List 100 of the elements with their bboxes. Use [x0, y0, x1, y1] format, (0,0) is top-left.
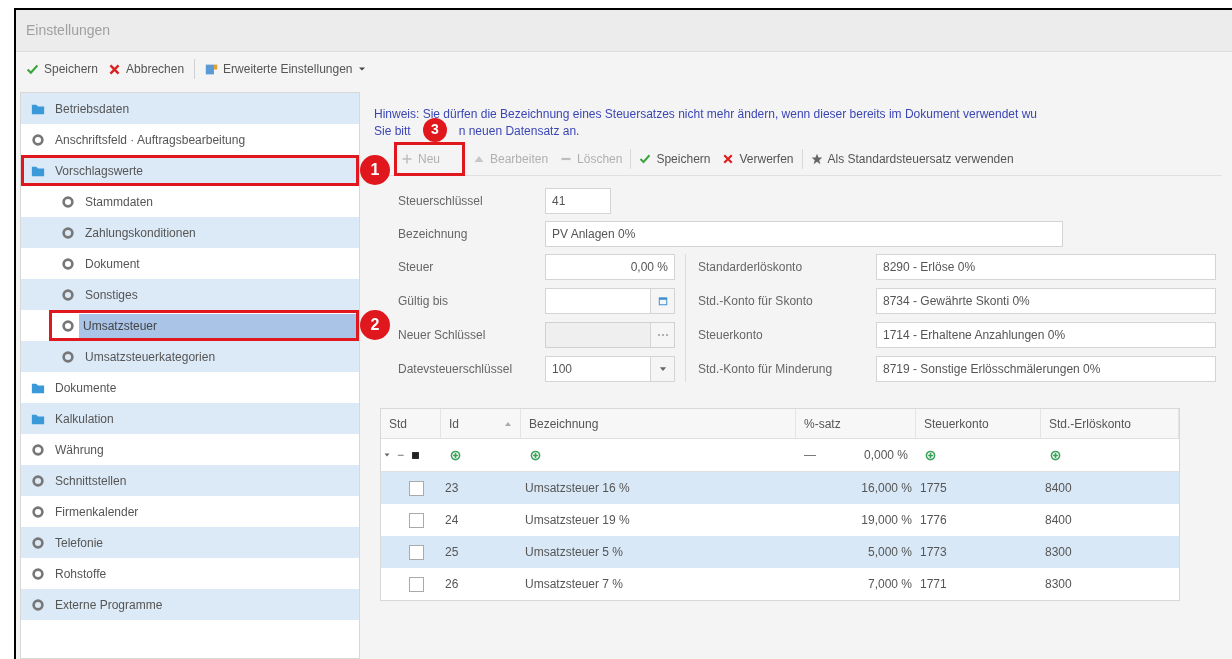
settings-icon — [205, 62, 219, 76]
callout-number: 2 — [360, 310, 390, 340]
hint-text: Sie bitt — [374, 123, 411, 140]
field-label: Steuerkonto — [698, 327, 764, 344]
close-icon — [722, 152, 735, 165]
toolbar-button[interactable]: Speichern — [24, 60, 101, 78]
checkbox[interactable] — [409, 576, 424, 592]
hint-text: n neuen Datensatz an. — [458, 123, 580, 140]
column-header[interactable]: Std — [381, 409, 441, 438]
field-button[interactable] — [650, 357, 674, 381]
table-cell-text: 24 — [444, 512, 460, 529]
expand-icon — [383, 451, 391, 459]
sidebar-item[interactable]: Kalkulation — [21, 403, 359, 434]
table-cell-text: 8400 — [1044, 480, 1073, 497]
field-button[interactable] — [650, 289, 674, 313]
input-field[interactable]: 8734 - Gewährte Skonti 0% — [876, 288, 1216, 314]
gear-icon — [31, 473, 45, 488]
table-cell-text: Umsatzsteuer 5 % — [524, 544, 625, 561]
gear-icon — [31, 504, 45, 519]
table-cell-text: 1776 — [919, 512, 948, 529]
checkbox[interactable] — [409, 544, 424, 560]
input-field[interactable]: 1714 - Erhaltene Anzahlungen 0% — [876, 322, 1216, 348]
sidebar-item[interactable]: Firmenkalender — [21, 496, 359, 527]
sidebar-item[interactable]: Betriebsdaten — [21, 93, 359, 124]
action-button[interactable]: Verwerfen — [718, 144, 798, 173]
column-header[interactable]: Id — [441, 409, 521, 438]
ellipsis-icon — [656, 333, 669, 337]
calendar-icon — [657, 296, 668, 306]
sidebar-item[interactable]: Währung — [21, 434, 359, 465]
table-cell-text: 8300 — [1044, 544, 1073, 561]
plus-circle-icon — [924, 448, 937, 462]
table-cell-text: Umsatzsteuer 16 % — [524, 480, 631, 497]
input-field[interactable]: 41 — [545, 188, 611, 214]
gear-icon — [61, 349, 75, 364]
column-header[interactable]: Std.-Erlöskonto — [1041, 409, 1179, 438]
table-cell-text: 7,000 % — [866, 576, 913, 593]
check-icon — [26, 62, 39, 76]
table-cell-text: 16,000 % — [860, 480, 913, 497]
highlight-frame — [394, 141, 465, 176]
field-label: Neuer Schlüssel — [398, 327, 487, 344]
sidebar-item[interactable]: Rohstoffe — [21, 558, 359, 589]
table-cell-text: 8300 — [1044, 576, 1073, 593]
field-label: Datevsteuerschlüssel — [398, 361, 514, 378]
column-header[interactable]: Bezeichnung — [521, 409, 796, 438]
column-header[interactable]: %-satz — [796, 409, 916, 438]
filter-operator[interactable]: — — [804, 446, 816, 464]
table-cell-text: Umsatzsteuer 19 % — [524, 512, 631, 529]
filter-operator[interactable]: − — [397, 446, 404, 464]
checkbox[interactable] — [409, 480, 424, 496]
sidebar-item[interactable]: Vorschlagswerte — [21, 155, 359, 186]
input-field[interactable]: PV Anlagen 0% — [545, 221, 1063, 247]
gear-icon — [61, 225, 75, 240]
column-header[interactable]: Steuerkonto — [916, 409, 1041, 438]
gear-icon — [31, 442, 45, 457]
sidebar-item[interactable]: Stammdaten — [49, 186, 359, 217]
gear-icon — [31, 566, 45, 581]
sidebar-item[interactable]: Telefonie — [21, 527, 359, 558]
field-label: Steuerschlüssel — [398, 193, 484, 210]
toolbar-button[interactable]: Erweiterte Einstellungen — [203, 60, 368, 78]
plus-circle-icon — [449, 448, 462, 462]
input-field[interactable]: 8290 - Erlöse 0% — [876, 254, 1216, 280]
table-cell-text: Umsatzsteuer 7 % — [524, 576, 625, 593]
action-button[interactable]: Speichern — [635, 144, 715, 173]
window-title: Einstellungen — [26, 21, 111, 40]
table-cell-text: 25 — [444, 544, 460, 561]
gear-icon — [31, 535, 45, 550]
table-cell-text: 1773 — [919, 544, 948, 561]
field-label: Bezeichnung — [398, 226, 469, 243]
table-cell-text: 26 — [444, 576, 460, 593]
input-field[interactable]: 8719 - Sonstige Erlösschmälerungen 0% — [876, 356, 1216, 382]
input-field[interactable]: 0,00 % — [545, 254, 675, 280]
table-cell-text: 5,000 % — [866, 544, 913, 561]
sidebar-item[interactable]: Dokumente — [21, 372, 359, 403]
gear-icon — [61, 194, 75, 209]
plus-circle-icon — [529, 448, 542, 462]
close-icon — [108, 62, 122, 76]
star-icon — [810, 152, 823, 165]
callout-number: 1 — [360, 155, 390, 185]
table-cell-text: 8400 — [1044, 512, 1073, 529]
field-label: Std.-Konto für Minderung — [698, 361, 834, 378]
filter-value[interactable]: 0,000 % — [863, 446, 908, 464]
input-field[interactable] — [545, 288, 675, 314]
field-label: Gültig bis — [398, 293, 450, 310]
table-cell-text: 23 — [444, 480, 460, 497]
table-cell-text: 1771 — [919, 576, 948, 593]
gear-icon — [61, 256, 75, 271]
input-field[interactable]: 100 — [545, 356, 675, 382]
toolbar-button[interactable]: Abbrechen — [106, 60, 187, 78]
checkbox[interactable] — [409, 512, 424, 528]
sidebar-item[interactable]: Anschriftsfeld · Auftragsbearbeitung — [21, 124, 359, 155]
field-label: Steuer — [398, 259, 435, 276]
sidebar-item[interactable]: Schnittstellen — [21, 465, 359, 496]
sidebar-item[interactable]: Externe Programme — [21, 589, 359, 620]
action-button[interactable]: Als Standardsteuersatz verwenden — [806, 144, 1018, 173]
check-icon — [639, 152, 652, 165]
gear-icon — [61, 318, 75, 333]
gear-icon — [31, 132, 45, 147]
callout-number: 3 — [423, 117, 447, 142]
sidebar-item[interactable]: Dokument — [49, 248, 359, 279]
field-label: Standarderlöskonto — [698, 259, 804, 276]
